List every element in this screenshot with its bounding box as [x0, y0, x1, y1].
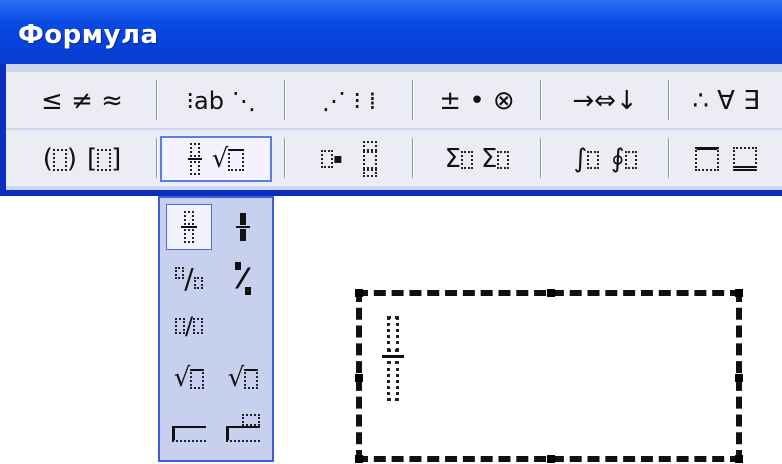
full-fraction-template-button[interactable]	[166, 204, 212, 250]
relations-label: ≤ ≠ ≈	[41, 86, 123, 116]
square-root-template-button[interactable]: √	[166, 356, 212, 400]
long-division-icon	[172, 426, 206, 442]
separator	[156, 138, 158, 178]
small-slash-fraction-icon: ⁄	[234, 261, 252, 295]
equation-fraction	[382, 316, 404, 401]
embellishments-button[interactable]: ⋰ ⁝ ⁞	[290, 78, 408, 124]
arrows-label: →⇔↓	[572, 86, 638, 116]
long-division-template-button[interactable]	[166, 408, 212, 452]
slash-fraction-icon: /	[175, 262, 203, 295]
fences-button[interactable]: () []	[12, 136, 152, 182]
fractions-radicals-button[interactable]: √	[160, 136, 272, 182]
underbar-template-icon	[733, 147, 757, 171]
square-root-icon: √	[174, 363, 205, 393]
resize-handle[interactable]	[355, 374, 363, 382]
separator	[284, 80, 286, 120]
scripts-button[interactable]: ▪	[290, 136, 408, 182]
integrals-button[interactable]: ∫ ∮	[546, 136, 664, 182]
spaces-ellipses-label: ⁝ab ⋱	[186, 87, 256, 115]
long-division-quotient-template-button[interactable]	[218, 404, 268, 452]
resize-handle[interactable]	[735, 455, 743, 463]
resize-handle[interactable]	[547, 289, 555, 297]
sum-template-icon: Σ	[445, 144, 473, 174]
separator	[412, 138, 414, 178]
resize-handle[interactable]	[735, 289, 743, 297]
fraction-template-icon	[187, 143, 202, 175]
underscript-template-icon	[362, 141, 377, 177]
sum-limits-template-icon: Σ	[481, 144, 510, 174]
arrows-button[interactable]: →⇔↓	[546, 78, 664, 124]
logic-button[interactable]: ∴ ∀ ∃	[674, 78, 778, 124]
fractions-radicals-palette: / ⁄ / √ √	[158, 196, 274, 462]
summation-button[interactable]: Σ Σ	[418, 136, 536, 182]
contour-integral-template-icon: ∮	[611, 144, 637, 174]
overbar-template-icon	[695, 147, 719, 171]
toolbar-row-templates: () [] √ ▪ Σ Σ ∫ ∮	[6, 130, 782, 186]
resize-handle[interactable]	[547, 455, 555, 463]
baseline-slash-icon: /	[174, 312, 204, 340]
nth-root-template-button[interactable]: √	[218, 356, 268, 400]
full-fraction-icon	[181, 211, 197, 243]
operators-label: ± • ⊗	[439, 86, 515, 116]
relations-button[interactable]: ≤ ≠ ≈	[12, 78, 152, 124]
resize-handle[interactable]	[355, 289, 363, 297]
small-fraction-icon	[236, 213, 250, 241]
spaces-ellipses-button[interactable]: ⁝ab ⋱	[162, 78, 280, 124]
bars-button[interactable]	[674, 136, 778, 182]
nth-root-icon: √	[228, 363, 259, 393]
baseline-slash-template-button[interactable]: /	[166, 304, 212, 348]
operators-button[interactable]: ± • ⊗	[418, 78, 536, 124]
embellishments-label: ⋰ ⁝ ⁞	[321, 87, 377, 115]
toolbar-frame: ≤ ≠ ≈ ⁝ab ⋱ ⋰ ⁝ ⁞ ± • ⊗ →⇔↓ ∴ ∀ ∃ () […	[6, 64, 782, 190]
small-slash-fraction-template-button[interactable]: ⁄	[220, 256, 266, 300]
parentheses-template-icon: ()	[42, 144, 77, 174]
equation-edit-area[interactable]	[355, 289, 743, 463]
resize-handle[interactable]	[735, 374, 743, 382]
separator	[156, 80, 158, 120]
separator	[284, 138, 286, 178]
separator	[540, 80, 542, 120]
toolbar-row-symbols: ≤ ≠ ≈ ⁝ab ⋱ ⋰ ⁝ ⁞ ± • ⊗ →⇔↓ ∴ ∀ ∃	[6, 72, 782, 128]
window-title: Формула	[18, 20, 159, 50]
formula-window: Формула ≤ ≠ ≈ ⁝ab ⋱ ⋰ ⁝ ⁞ ± • ⊗ →⇔↓ ∴ ∀ …	[0, 0, 782, 196]
long-division-quotient-icon	[226, 414, 260, 442]
radical-template-icon: √	[212, 144, 245, 174]
separator	[668, 138, 670, 178]
numerator-slot[interactable]	[387, 316, 399, 352]
separator	[540, 138, 542, 178]
integral-template-icon: ∫	[573, 144, 599, 174]
separator	[412, 80, 414, 120]
fraction-bar	[382, 355, 404, 358]
small-fraction-template-button[interactable]	[220, 204, 266, 250]
separator	[668, 80, 670, 120]
resize-handle[interactable]	[355, 455, 363, 463]
denominator-slot[interactable]	[387, 361, 399, 401]
superscript-template-icon: ▪	[321, 150, 343, 168]
logic-label: ∴ ∀ ∃	[692, 86, 760, 116]
slash-fraction-template-button[interactable]: /	[166, 256, 212, 300]
brackets-template-icon: []	[87, 144, 122, 174]
title-bar[interactable]: Формула	[0, 0, 782, 64]
